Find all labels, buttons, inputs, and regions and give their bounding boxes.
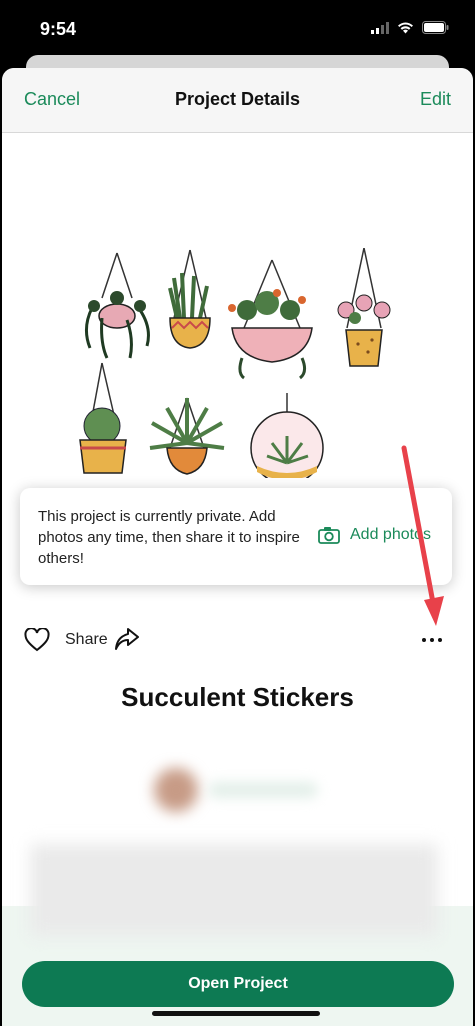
battery-icon xyxy=(422,21,449,34)
annotation-arrow-icon xyxy=(401,445,444,626)
private-project-message: This project is currently private. Add p… xyxy=(38,508,300,567)
project-title: Succulent Stickers xyxy=(121,682,354,712)
hanging-plant-7 xyxy=(250,393,324,478)
hanging-plants-illustration xyxy=(79,248,391,478)
author-name-blurred xyxy=(208,782,318,798)
status-time: 9:54 xyxy=(40,19,77,39)
wifi-icon xyxy=(398,22,413,33)
camera-icon xyxy=(318,527,340,544)
hanging-plant-1 xyxy=(85,252,150,359)
edit-button[interactable]: Edit xyxy=(420,89,451,110)
hanging-plant-6 xyxy=(149,397,225,475)
heart-icon[interactable] xyxy=(24,628,50,652)
share-arrow-icon[interactable] xyxy=(114,626,140,652)
home-indicator xyxy=(152,1011,320,1016)
avatar xyxy=(154,768,198,812)
status-icons xyxy=(371,21,449,34)
blurred-content xyxy=(30,844,438,936)
open-project-button[interactable]: Open Project xyxy=(22,961,454,1007)
cellular-signal-icon xyxy=(371,21,389,34)
hanging-plant-3 xyxy=(228,259,313,380)
page-title: Project Details xyxy=(174,89,301,109)
hanging-plant-2 xyxy=(168,249,211,349)
nav-bar: Cancel Project Details Edit xyxy=(2,68,473,133)
hanging-plant-5 xyxy=(79,362,127,474)
hanging-plant-4 xyxy=(337,248,391,367)
status-bar: 9:54 xyxy=(0,0,475,62)
private-project-tooltip: This project is currently private. Add p… xyxy=(20,488,452,585)
more-dots-icon[interactable] xyxy=(422,638,442,642)
share-button[interactable]: Share xyxy=(65,631,108,649)
